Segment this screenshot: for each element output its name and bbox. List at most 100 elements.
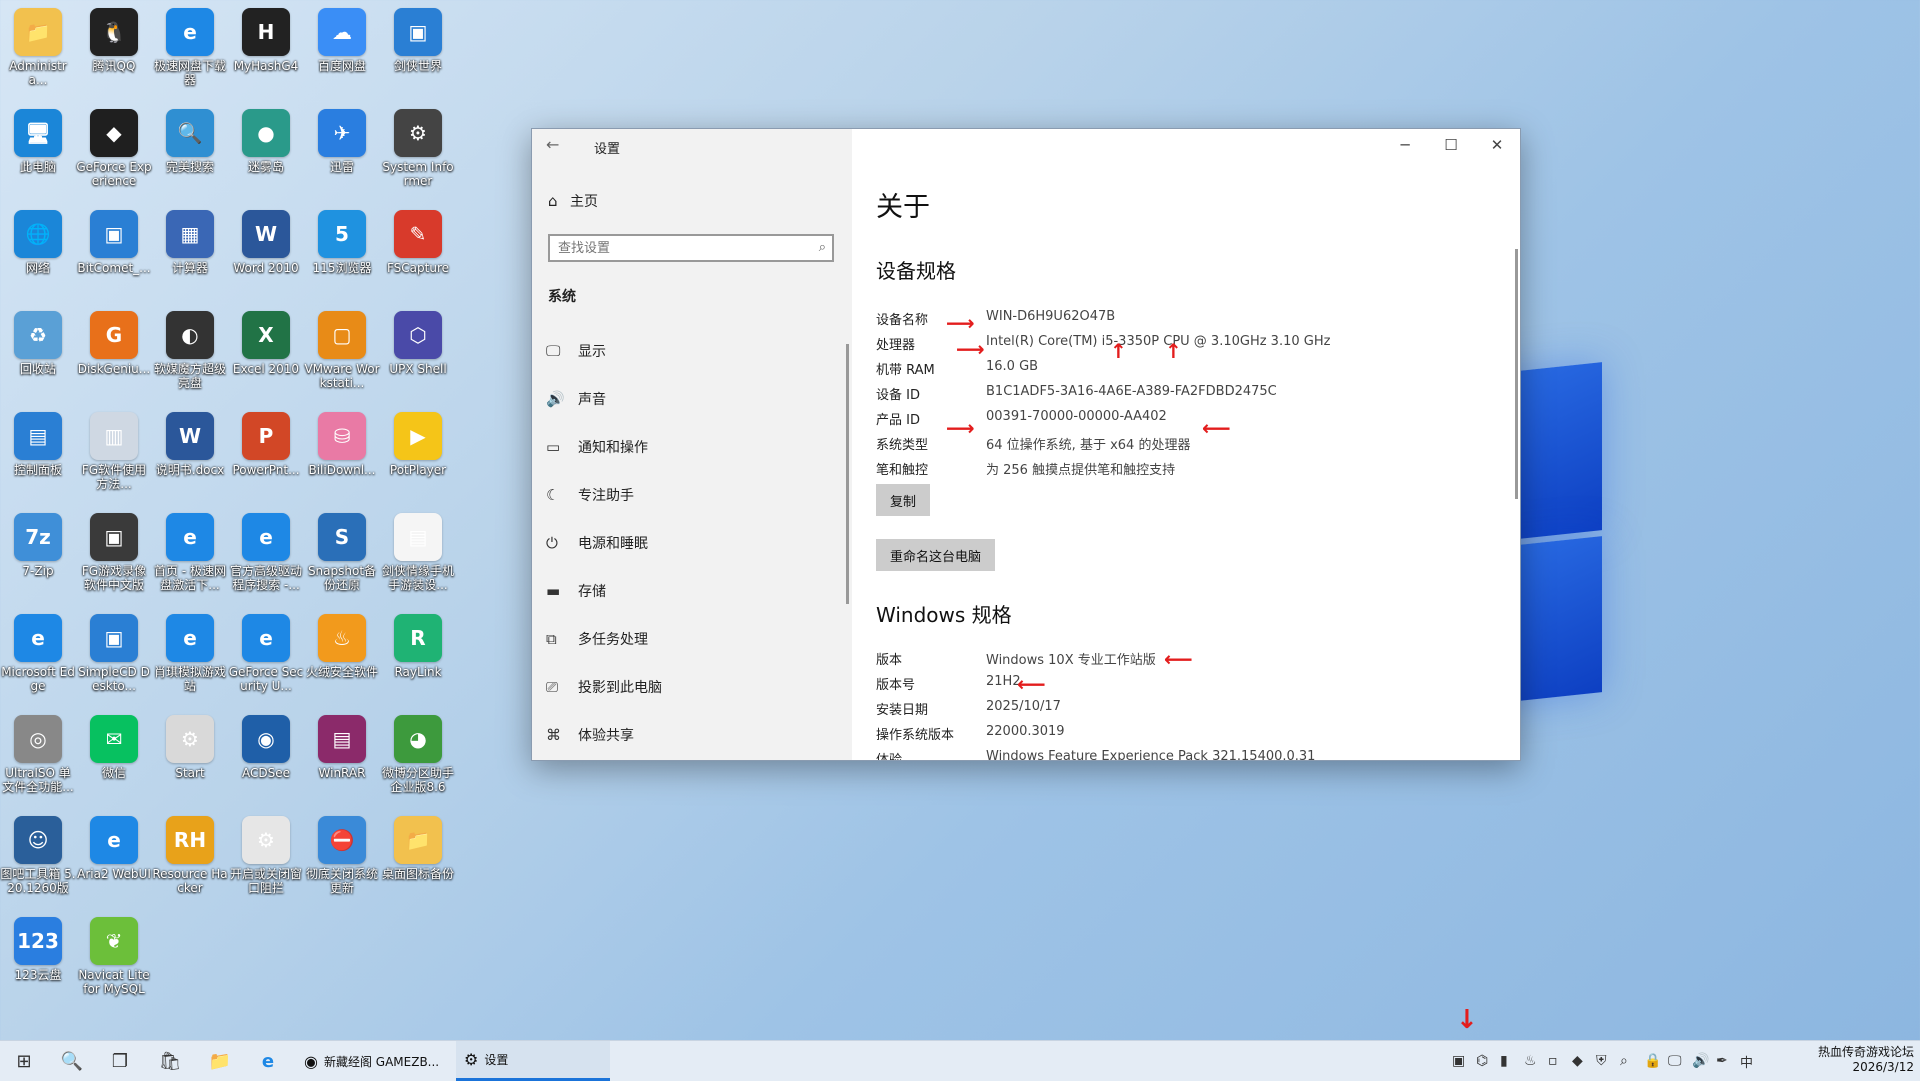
desktop-icon[interactable]: ⚙ Start [152, 711, 228, 807]
desktop-icon[interactable]: ● 迷雾岛 [228, 105, 304, 201]
desktop-icon[interactable]: 🌐 网络 [0, 206, 76, 302]
desktop-icon[interactable]: ▤ 剑侠情缘手机手游装设... [380, 509, 456, 605]
desktop-icon[interactable]: 📁 桌面图标备份 [380, 812, 456, 908]
desktop-icon[interactable]: ⚙ 开启或关闭窗口阻拦 [228, 812, 304, 908]
desktop-icon[interactable]: ◐ 软媒魔方超级亮盘 [152, 307, 228, 403]
desktop-icon[interactable]: 123 123云盘 [0, 913, 76, 1009]
desktop-icon[interactable]: H MyHashG4 [228, 4, 304, 100]
tray-blank-icon[interactable]: ▫ [1548, 1053, 1572, 1069]
desktop-icon[interactable]: ☁ 百度网盘 [304, 4, 380, 100]
desktop-icon[interactable]: RH Resource Hacker [152, 812, 228, 908]
desktop-icon[interactable]: G DiskGeniu... [76, 307, 152, 403]
desktop-icon[interactable]: ♨ 火绒安全软件 [304, 610, 380, 706]
desktop-icon[interactable]: e 官方高级驱动程序搜索 -... [228, 509, 304, 605]
desktop-icon[interactable]: ◆ GeForce Experience [76, 105, 152, 201]
desktop-icon[interactable]: ✎ FSCapture [380, 206, 456, 302]
sidebar-item[interactable]: ⧉ 多任务处理 [546, 615, 846, 663]
desktop-icon[interactable]: ▣ BitComet_... [76, 206, 152, 302]
desktop-icon[interactable]: ▣ 剑侠世界 [380, 4, 456, 100]
minimize-button[interactable]: ─ [1382, 129, 1428, 161]
desktop-icon[interactable]: ✉ 微信 [76, 711, 152, 807]
desktop-icon[interactable]: ▤ WinRAR [304, 711, 380, 807]
desktop-icon[interactable]: e 肖琪模拟游戏站 [152, 610, 228, 706]
sidebar-item[interactable]: ⌘ 体验共享 [546, 711, 846, 759]
file-explorer-icon[interactable]: 📁 [202, 1041, 238, 1081]
desktop-icon[interactable]: 🖥 此电脑 [0, 105, 76, 201]
tray-lock-icon[interactable]: 🔒 [1644, 1053, 1668, 1069]
desktop-icon[interactable]: ♻ 回收站 [0, 307, 76, 403]
desktop-icon[interactable]: ▣ FG游戏录像软件中文版 [76, 509, 152, 605]
sidebar-item[interactable]: ▬ 存储 [546, 567, 846, 615]
desktop-icon[interactable]: R RayLink [380, 610, 456, 706]
desktop-icon[interactable]: 🐧 腾讯QQ [76, 4, 152, 100]
edge-icon[interactable]: e [250, 1041, 286, 1081]
copy-button[interactable]: 复制 [876, 484, 931, 516]
desktop-icon[interactable]: W Word 2010 [228, 206, 304, 302]
desktop-icon[interactable]: ⬡ UPX Shell [380, 307, 456, 403]
desktop-icon[interactable]: ◎ UltraISO 单文件全功能... [0, 711, 76, 807]
desktop-icon[interactable]: 5 115浏览器 [304, 206, 380, 302]
desktop-icon[interactable]: e GeForce Security U... [228, 610, 304, 706]
desktop-icon[interactable]: ❦ Navicat Lite for MySQL [76, 913, 152, 1009]
desktop-icon[interactable]: e 首页 - 极速网盘激活下... [152, 509, 228, 605]
desktop-icon[interactable]: ◕ 微博分区助手企业版8.6 [380, 711, 456, 807]
taskbar-app-settings[interactable]: ⚙ 设置 [456, 1041, 610, 1081]
content-scrollbar[interactable] [1515, 249, 1518, 499]
desktop-icon[interactable]: ⛁ BiliDownl... [304, 408, 380, 504]
desktop-icon[interactable]: S Snapshot备份还原 [304, 509, 380, 605]
search-icon[interactable]: ⌕ [819, 240, 826, 255]
desktop-icon[interactable]: ▥ FG软件使用方法... [76, 408, 152, 504]
tray-fire-icon[interactable]: ♨ [1524, 1053, 1548, 1069]
desktop-icon[interactable]: ⚙ System Informer [380, 105, 456, 201]
sidebar-item[interactable]: ⎚ 投影到此电脑 [546, 663, 846, 711]
sidebar-item[interactable]: ⏻ 电源和睡眠 [546, 519, 846, 567]
desktop-icon[interactable]: ▢ VMware Workstati... [304, 307, 380, 403]
desktop-icon[interactable]: ▶ PotPlayer [380, 408, 456, 504]
desktop-icon[interactable]: ✈ 迅雷 [304, 105, 380, 201]
desktop-icon[interactable]: ⛔ 彻底关闭系统更新 [304, 812, 380, 908]
desktop-icon[interactable]: e Microsoft Edge [0, 610, 76, 706]
desktop-icon[interactable]: P PowerPnt... [228, 408, 304, 504]
tray-search-icon[interactable]: ⌕ [1620, 1053, 1644, 1069]
task-view-icon[interactable]: ❐ [102, 1041, 138, 1081]
desktop-icon[interactable]: e 极速网盘下载器 [152, 4, 228, 100]
desktop-icon[interactable]: 🔍 完美搜索 [152, 105, 228, 201]
rename-pc-button[interactable]: 重命名这台电脑 [876, 539, 996, 571]
spec-value: 22000.3019 [986, 724, 1065, 739]
store-icon[interactable]: 🛍 [152, 1041, 188, 1081]
clock[interactable]: 热血传奇游戏论坛 2026/3/12 [1804, 1045, 1914, 1075]
desktop-icon[interactable]: ▦ 计算器 [152, 206, 228, 302]
sidebar-item[interactable]: ☾ 专注助手 [546, 471, 846, 519]
ime-indicator[interactable]: 中 [1740, 1052, 1764, 1071]
desktop-icon[interactable]: 📁 Administra... [0, 4, 76, 100]
sidebar-item[interactable]: 🖵 显示 [546, 327, 846, 375]
desktop-icon-label: 控制面板 [13, 463, 62, 477]
nav-home[interactable]: ⌂ 主页 [548, 191, 598, 211]
tray-shield-icon[interactable]: ⛨ [1596, 1053, 1620, 1069]
desktop-icon[interactable]: X Excel 2010 [228, 307, 304, 403]
desktop-icon[interactable]: ◉ ACDSee [228, 711, 304, 807]
start-icon[interactable]: ⊞ [6, 1041, 42, 1081]
desktop-icon[interactable]: ▤ 控制面板 [0, 408, 76, 504]
tray-pen-icon[interactable]: ✒ [1716, 1053, 1740, 1069]
close-button[interactable]: ✕ [1474, 129, 1520, 161]
tray-nvidia-icon[interactable]: ◆ [1572, 1053, 1596, 1069]
search-input[interactable] [550, 236, 816, 260]
tray-volume-icon[interactable]: 🔊 [1692, 1053, 1716, 1069]
tray-battery-icon[interactable]: ▮ [1500, 1053, 1524, 1069]
desktop-icon[interactable]: 7z 7-Zip [0, 509, 76, 605]
desktop-icon[interactable]: e Aria2 WebUI [76, 812, 152, 908]
tray-monitor-icon[interactable]: 🖵 [1668, 1053, 1692, 1069]
back-arrow-icon[interactable]: ← [546, 135, 559, 154]
desktop-icon[interactable]: ▣ SimpleCD Deskto... [76, 610, 152, 706]
sidebar-scrollbar[interactable] [846, 344, 849, 604]
search-icon[interactable]: 🔍 [54, 1041, 90, 1081]
desktop-icon[interactable]: W 说明书.docx [152, 408, 228, 504]
maximize-button[interactable]: ☐ [1428, 129, 1474, 161]
taskbar-app-browser[interactable]: ◉ 新藏经阁 GAMEZB... [296, 1041, 452, 1081]
tray-app-icon[interactable]: ▣ [1452, 1053, 1476, 1069]
sidebar-item[interactable]: ▭ 通知和操作 [546, 423, 846, 471]
desktop-icon[interactable]: ☺ 图吧工具箱 5.20.1260版 [0, 812, 76, 908]
tray-network-share-icon[interactable]: ⌬ [1476, 1053, 1500, 1069]
sidebar-item[interactable]: 🔊 声音 [546, 375, 846, 423]
